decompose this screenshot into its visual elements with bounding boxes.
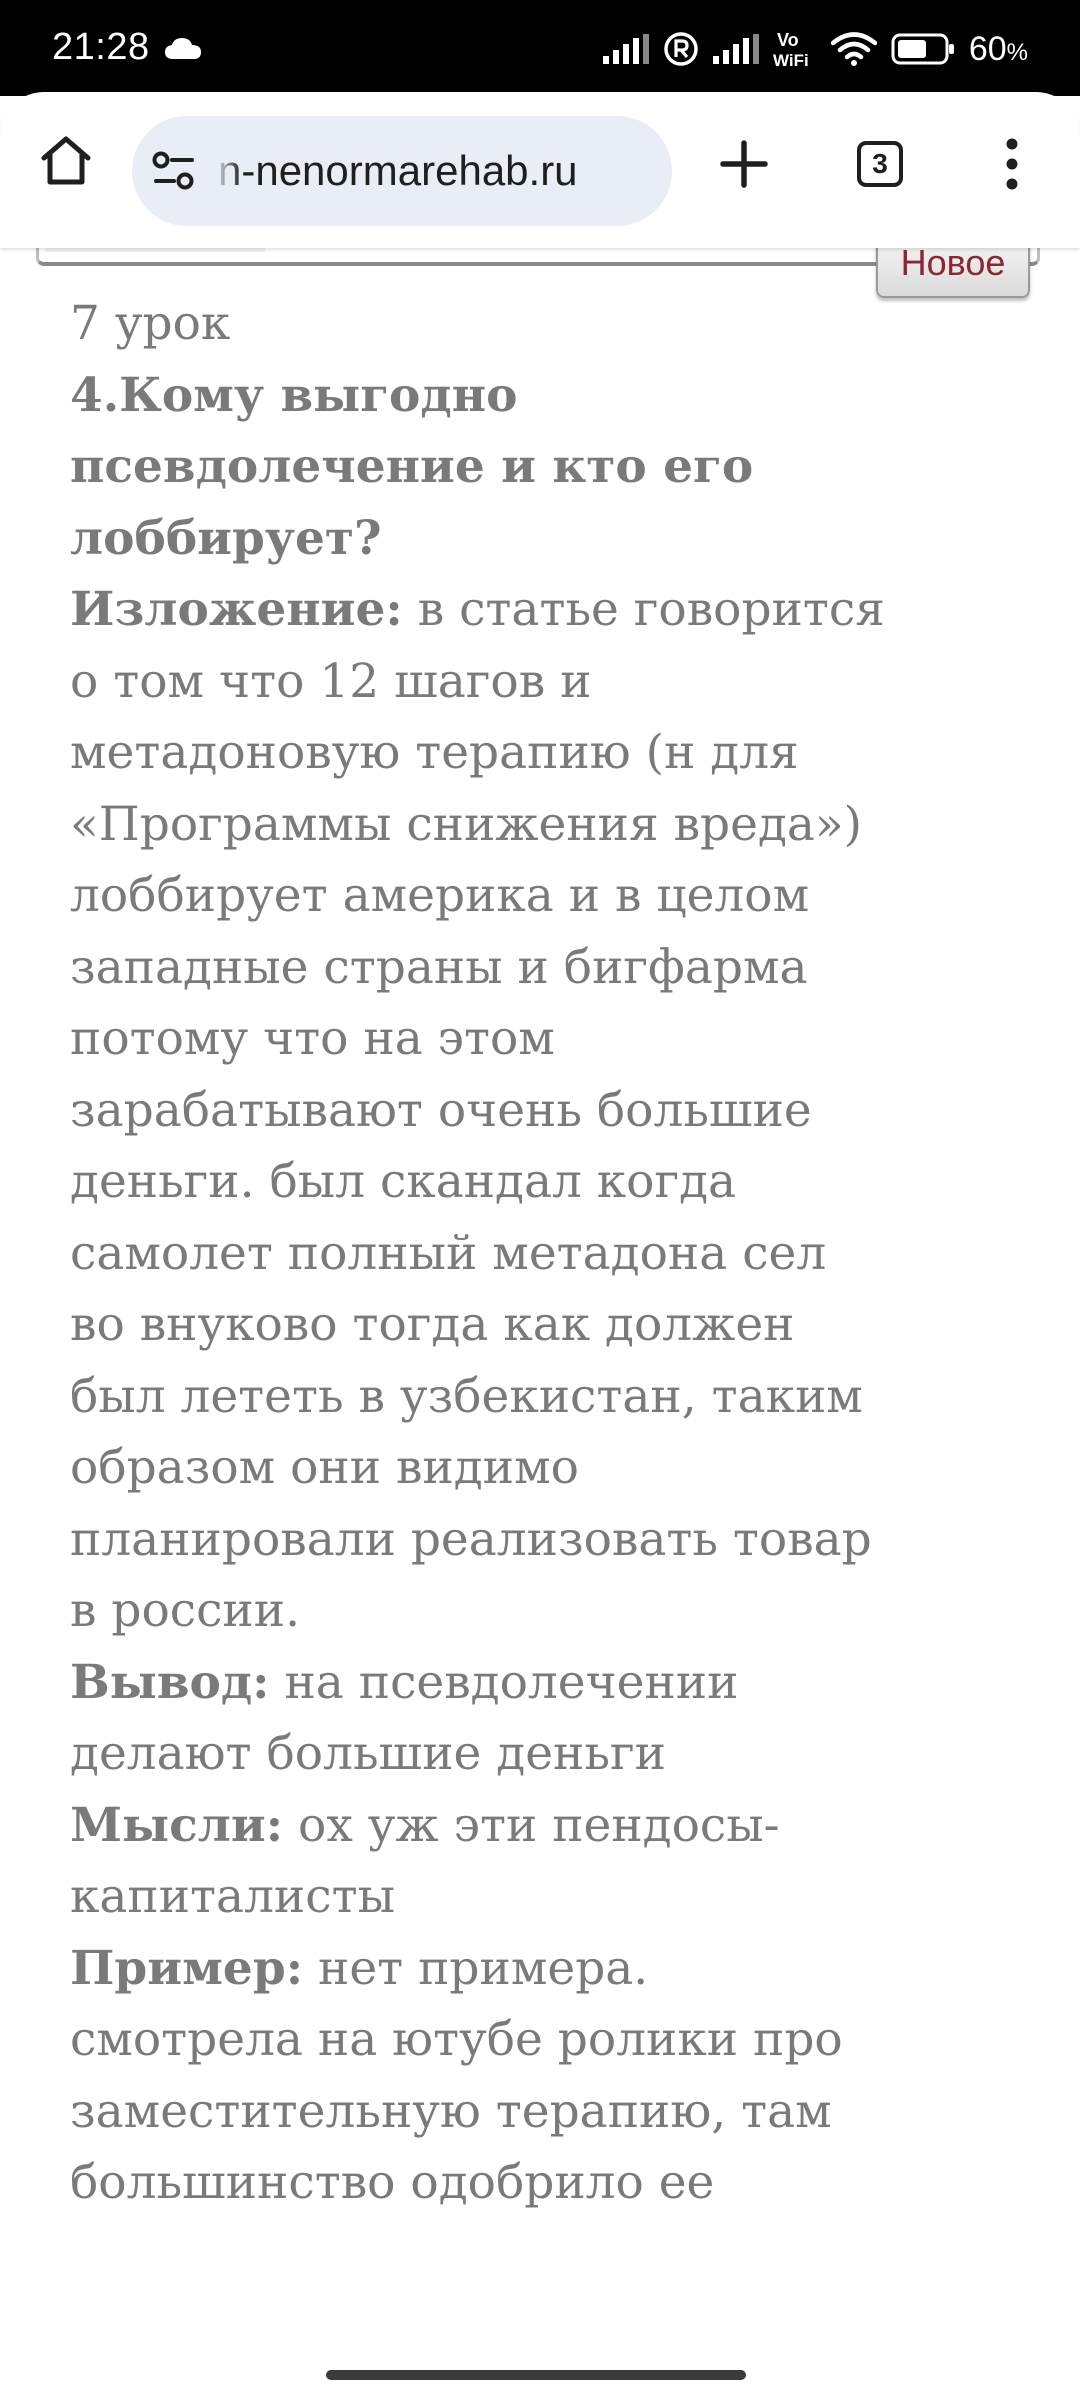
summary-paragraph: Изложение: в статье говорится о том что … bbox=[70, 574, 890, 1647]
thoughts-label: Мысли: bbox=[70, 1797, 284, 1853]
plus-icon bbox=[720, 140, 768, 188]
status-time: 21:28 bbox=[52, 26, 150, 68]
svg-text:Vo: Vo bbox=[777, 30, 799, 50]
cloud-icon bbox=[165, 38, 201, 59]
url-text[interactable]: n-nenormarehab.ru bbox=[218, 116, 658, 226]
battery-icon bbox=[891, 33, 954, 65]
wifi-icon bbox=[830, 32, 877, 66]
summary-label: Изложение: bbox=[70, 582, 403, 637]
registered-icon bbox=[664, 32, 698, 66]
article-body: 7 урок 4.Кому выгодно псевдолечение и кт… bbox=[70, 288, 890, 2219]
summary-text: в статье говорится о том что 12 шагов и … bbox=[70, 582, 885, 1638]
battery-percent: 60% bbox=[968, 29, 1028, 68]
example-label: Пример: bbox=[70, 1940, 304, 1996]
tab-count: 3 bbox=[857, 141, 903, 187]
new-tab-button[interactable] bbox=[704, 124, 784, 204]
new-badge[interactable]: Новое bbox=[876, 240, 1030, 298]
gesture-home-indicator[interactable] bbox=[326, 2370, 746, 2380]
tab-switcher-button[interactable]: 3 bbox=[840, 124, 920, 204]
kebab-menu-icon bbox=[1006, 138, 1018, 190]
thoughts-paragraph: Мысли: ох уж эти пендосы-капиталисты bbox=[70, 1790, 890, 1933]
status-bar: 21:28 Vo WiFi 60% bbox=[0, 0, 1080, 96]
phone-screen: 21:28 Vo WiFi 60% n-nenormarehab.ru 3 Но… bbox=[0, 0, 1080, 2400]
conclusion-label: Вывод: bbox=[70, 1654, 270, 1710]
signal-icon bbox=[712, 34, 759, 64]
site-settings-icon[interactable] bbox=[152, 150, 198, 192]
lesson-label: 7 урок bbox=[70, 296, 231, 351]
vowifi-icon: Vo WiFi bbox=[773, 30, 809, 69]
svg-text:WiFi: WiFi bbox=[773, 51, 809, 69]
menu-button[interactable] bbox=[972, 124, 1052, 204]
url-fade bbox=[214, 116, 242, 226]
browser-toolbar: n-nenormarehab.ru 3 bbox=[0, 92, 1080, 248]
article-heading: 4.Кому выгодно псевдолечение и кто его л… bbox=[70, 360, 890, 575]
status-icons: Vo WiFi 60% bbox=[602, 26, 1028, 72]
home-icon bbox=[41, 136, 91, 185]
signal-icon bbox=[602, 34, 649, 64]
address-bar[interactable]: n-nenormarehab.ru bbox=[132, 116, 672, 226]
article-heading-text: 4.Кому выгодно псевдолечение и кто его л… bbox=[70, 367, 754, 566]
home-button[interactable] bbox=[28, 122, 104, 198]
conclusion-paragraph: Вывод: на псевдолечении делают большие д… bbox=[70, 1647, 890, 1790]
example-paragraph: Пример: нет примера. смотрела на ютубе р… bbox=[70, 1933, 890, 2219]
